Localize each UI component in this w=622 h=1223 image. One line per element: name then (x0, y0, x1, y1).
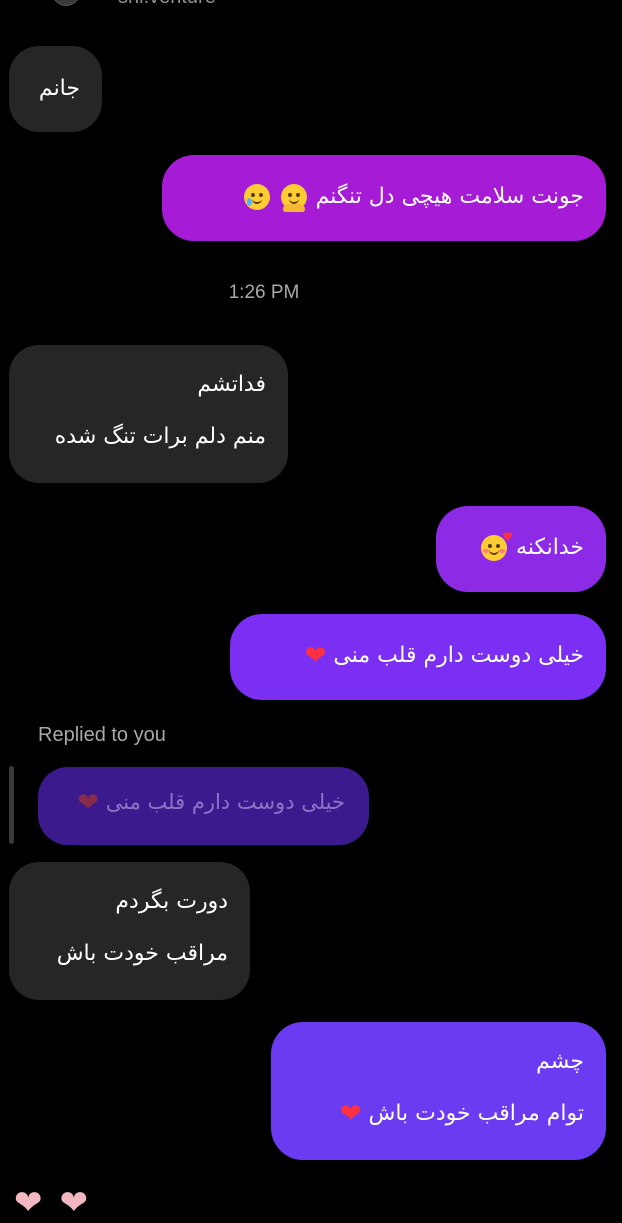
message-text: خیلی دوست دارم قلب منی (333, 643, 584, 668)
heart-emoji: ❤ (14, 1183, 43, 1223)
hugging-face-emoji (280, 184, 307, 212)
message-bubble-incoming[interactable]: جانم (9, 46, 102, 132)
heart-emoji: ❤ (59, 1183, 89, 1223)
message-text-line-1: فداتشم (197, 372, 266, 397)
message-text-line-2: مراقب خودت باش (56, 941, 228, 966)
message-text-line-2: توام مراقب خودت باش (368, 1101, 584, 1126)
quoted-message-text: خیلی دوست دارم قلب منی (105, 790, 345, 814)
red-heart-emoji: ❤ (304, 641, 327, 671)
header-username[interactable]: shi.venture (118, 0, 216, 9)
smiling-face-with-tear-emoji (243, 184, 270, 210)
quoted-message[interactable]: خیلی دوست دارم قلب منی ❤ (38, 767, 369, 845)
avatar[interactable] (52, 0, 80, 6)
message-text-line-2: منم دلم برات تنگ شده (54, 424, 266, 449)
message-text-line-1: دورت بگردم (115, 889, 228, 914)
message-reactions[interactable]: ❤ ❤ (14, 1186, 100, 1220)
message-bubble-outgoing[interactable]: خیلی دوست دارم قلب منی ❤ (230, 614, 606, 700)
message-bubble-outgoing[interactable]: خدانکنه ♥ (436, 506, 606, 592)
replied-to-you-label: Replied to you (38, 724, 166, 746)
message-text: جانم (38, 76, 80, 101)
message-text-line-1: چشم (536, 1049, 584, 1074)
message-bubble-outgoing[interactable]: چشم توام مراقب خودت باش ❤ (271, 1022, 606, 1160)
smiling-face-with-hearts-emoji: ♥ (481, 531, 513, 561)
message-text: خدانکنه (516, 535, 584, 560)
message-bubble-incoming[interactable]: فداتشم منم دلم برات تنگ شده (9, 345, 288, 483)
red-heart-emoji: ❤ (339, 1099, 362, 1129)
red-heart-emoji: ❤ (77, 788, 100, 818)
message-timestamp: 1:26 PM (228, 282, 300, 303)
message-bubble-incoming[interactable]: دورت بگردم مراقب خودت باش (9, 862, 250, 1000)
message-text: جونت سلامت هیچی دل تنگنم (315, 184, 584, 209)
reply-indicator-bar (9, 766, 14, 844)
message-bubble-outgoing[interactable]: جونت سلامت هیچی دل تنگنم (162, 155, 606, 241)
